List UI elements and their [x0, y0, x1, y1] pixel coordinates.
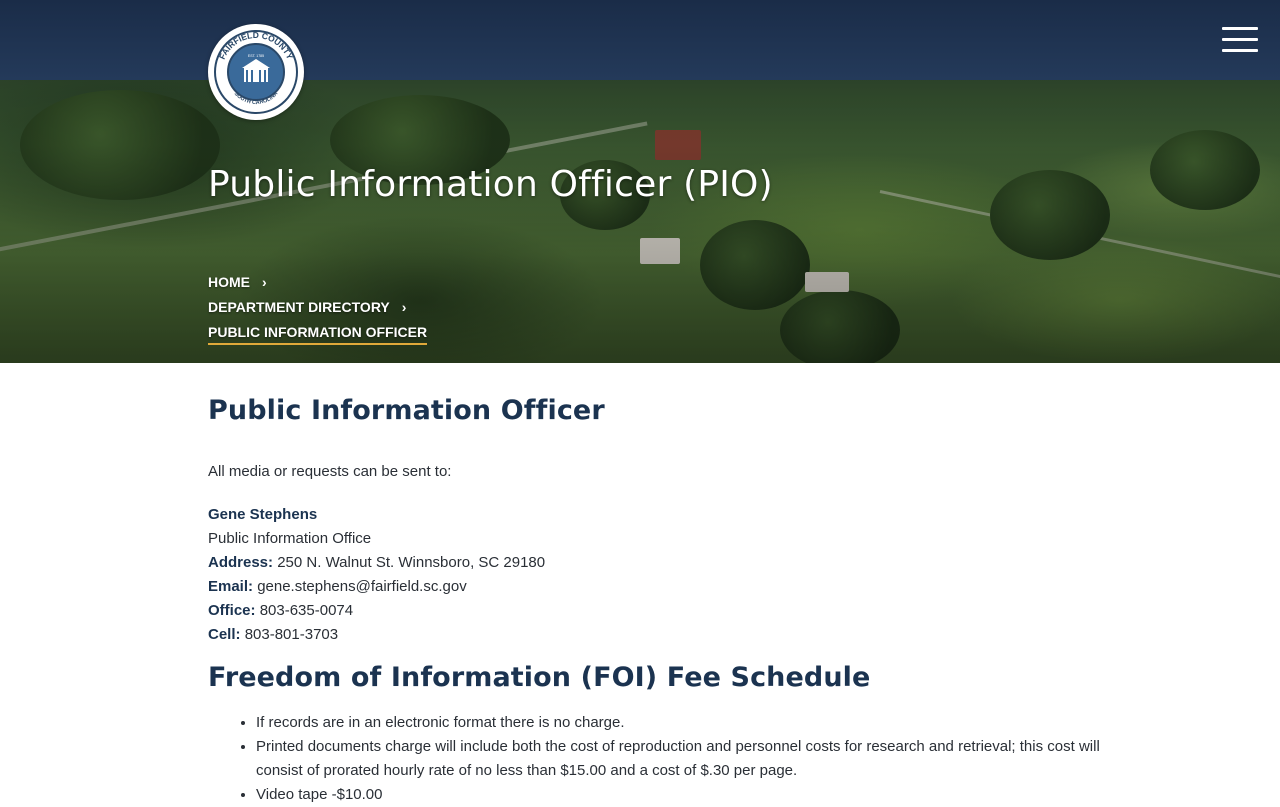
logo-est-text: EST. 1785 — [248, 54, 264, 58]
office-phone-value: 803-635-0074 — [259, 602, 354, 619]
office-phone-label: Office: — [208, 602, 256, 619]
county-seal-logo[interactable]: FAIRFIELD COUNTY SOUTH CAROLINA EST. 178… — [208, 24, 304, 120]
contact-office-name: Public Information Office — [208, 530, 372, 547]
top-navigation-bar — [0, 0, 1280, 80]
intro-text: All media or requests can be sent to: — [208, 463, 452, 480]
hero-banner: FAIRFIELD COUNTY SOUTH CAROLINA EST. 178… — [0, 0, 1280, 363]
foi-fee-list: If records are in an electronic format t… — [208, 711, 1116, 807]
section-heading-pio: Public Information Officer — [208, 395, 605, 426]
breadcrumb: HOME › DEPARTMENT DIRECTORY › PUBLIC INFOR… — [208, 272, 428, 347]
breadcrumb-item-department-directory: DEPARTMENT DIRECTORY › — [208, 297, 427, 322]
list-item: Video tape -$10.00 — [256, 783, 1116, 807]
breadcrumb-link-home[interactable]: HOME — [208, 274, 250, 290]
list-item: Printed documents charge will include bo… — [256, 735, 1116, 783]
address-label: Address: — [208, 554, 274, 571]
contact-block: Gene Stephens Public Information Office … — [208, 503, 545, 647]
address-value: 250 N. Walnut St. Winnsboro, SC 29180 — [277, 554, 546, 571]
chevron-right-icon: › — [262, 274, 267, 290]
email-label: Email: — [208, 578, 254, 595]
county-seal-icon: FAIRFIELD COUNTY SOUTH CAROLINA EST. 178… — [214, 30, 298, 114]
breadcrumb-link-department-directory[interactable]: DEPARTMENT DIRECTORY — [208, 299, 390, 315]
breadcrumb-item-current: PUBLIC INFORMATION OFFICER — [208, 322, 428, 347]
cell-phone-value: 803-801-3703 — [244, 626, 339, 643]
hamburger-menu-icon[interactable] — [1222, 27, 1258, 53]
breadcrumb-item-home: HOME › — [208, 272, 427, 297]
section-heading-foi: Freedom of Information (FOI) Fee Schedul… — [208, 662, 871, 693]
list-item: If records are in an electronic format t… — [256, 711, 1116, 735]
cell-phone-label: Cell: — [208, 626, 241, 643]
email-link[interactable]: gene.stephens@fairfield.sc.gov — [257, 578, 467, 595]
chevron-right-icon: › — [401, 299, 407, 315]
page-title: Public Information Officer (PIO) — [208, 164, 773, 205]
breadcrumb-current-page: PUBLIC INFORMATION OFFICER — [208, 324, 428, 345]
contact-name: Gene Stephens — [208, 506, 318, 523]
